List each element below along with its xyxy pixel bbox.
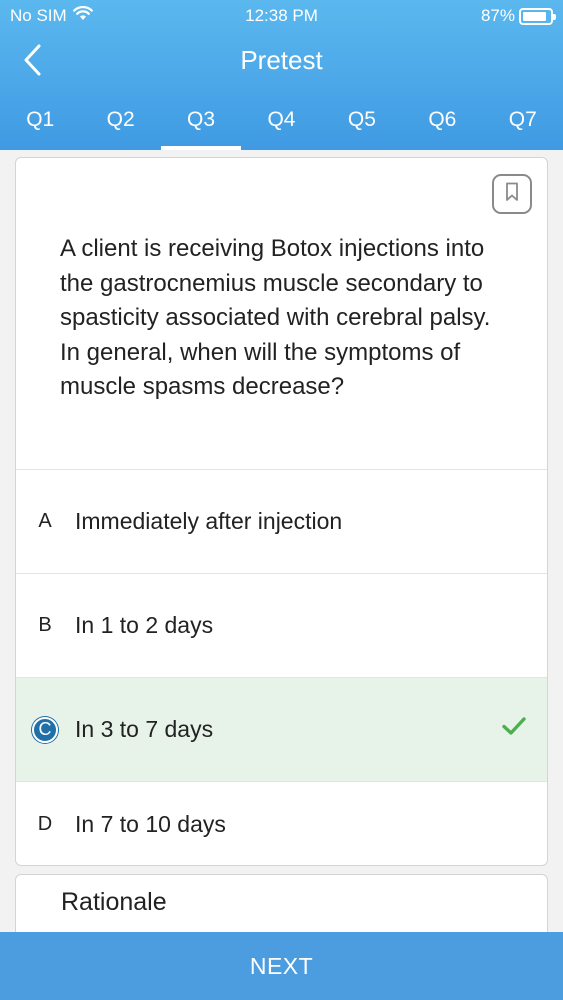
option-letter: C — [32, 716, 58, 743]
tab-q6[interactable]: Q6 — [402, 100, 482, 150]
battery-cap — [553, 13, 556, 20]
option-letter: A — [38, 510, 52, 532]
option-text: In 3 to 7 days — [75, 716, 214, 742]
tab-q3[interactable]: Q3 — [160, 100, 242, 150]
answer-option-b[interactable]: B In 1 to 2 days — [16, 574, 547, 678]
nav-bar: Pretest — [0, 34, 563, 90]
answer-option-d[interactable]: D In 7 to 10 days — [16, 782, 547, 865]
checkmark-icon — [501, 716, 527, 741]
tab-q1[interactable]: Q1 — [0, 100, 80, 150]
option-text: Immediately after injection — [75, 508, 343, 534]
option-letter: B — [38, 614, 52, 636]
bookmark-icon — [505, 182, 519, 207]
battery-level — [523, 11, 546, 21]
rationale-title: Rationale — [61, 888, 167, 916]
question-card: A client is receiving Botox injections i… — [15, 157, 548, 866]
tab-q2[interactable]: Q2 — [80, 100, 160, 150]
answer-option-a[interactable]: A Immediately after injection — [16, 470, 547, 574]
answer-option-c[interactable]: C In 3 to 7 days — [16, 678, 547, 782]
tab-q7[interactable]: Q7 — [483, 100, 563, 150]
option-letter: D — [37, 812, 53, 835]
next-button-label: NEXT — [249, 952, 314, 979]
next-button[interactable]: NEXT — [0, 932, 563, 1000]
bookmark-button[interactable] — [492, 174, 532, 214]
tab-q4[interactable]: Q4 — [241, 100, 321, 150]
status-right: 87% — [480, 6, 556, 26]
app-header: No SIM 12:38 PM 87% Pretest Q1 Q2 Q3 Q4 … — [0, 0, 563, 150]
tab-q5[interactable]: Q5 — [322, 100, 402, 150]
battery-percent: 87% — [480, 6, 515, 25]
status-bar: No SIM 12:38 PM 87% — [0, 0, 563, 32]
page-title: Pretest — [240, 45, 323, 75]
option-text: In 1 to 2 days — [75, 612, 214, 638]
option-text: In 7 to 10 days — [75, 810, 226, 837]
status-time: 12:38 PM — [245, 6, 318, 25]
battery-icon — [519, 7, 556, 25]
question-tabs: Q1 Q2 Q3 Q4 Q5 Q6 Q7 — [0, 100, 563, 150]
question-text: A client is receiving Botox injections i… — [60, 235, 491, 400]
